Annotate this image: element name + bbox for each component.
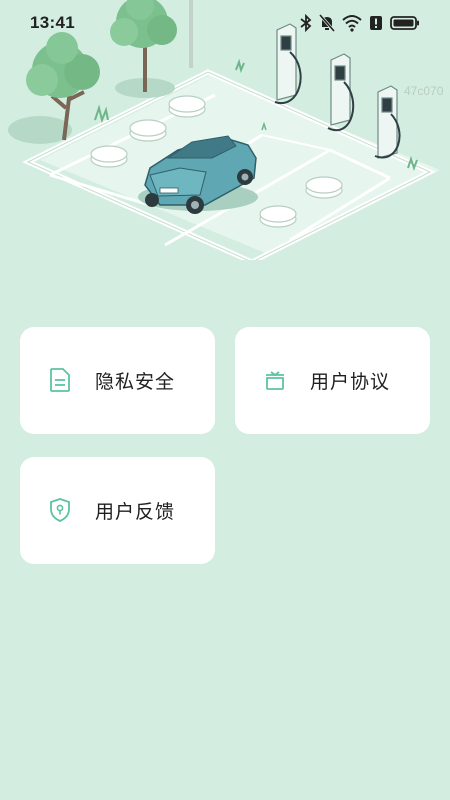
- user-agreement-card[interactable]: 用户协议: [235, 327, 430, 434]
- status-bar: 13:41: [0, 0, 450, 48]
- hero-watermark: 47c070: [404, 84, 444, 98]
- gift-box-icon: [263, 367, 287, 393]
- privacy-security-card[interactable]: 隐私安全: [20, 327, 215, 434]
- bluetooth-icon: [300, 14, 312, 32]
- alert-icon: [369, 14, 383, 32]
- user-feedback-label: 用户反馈: [95, 501, 176, 523]
- bell-off-icon: [319, 14, 335, 32]
- user-agreement-label: 用户协议: [310, 371, 391, 393]
- tree-left: [8, 32, 100, 144]
- shield-icon: [48, 497, 72, 523]
- privacy-security-label: 隐私安全: [95, 371, 176, 393]
- battery-icon: [390, 15, 420, 31]
- user-feedback-card[interactable]: 用户反馈: [20, 457, 215, 564]
- settings-screen: 47c070 13:41 隐私安全 用户协议 用户反馈: [0, 0, 450, 800]
- status-icons: [300, 12, 420, 34]
- status-time: 13:41: [30, 13, 75, 32]
- document-icon: [48, 367, 72, 393]
- wifi-icon: [342, 14, 362, 32]
